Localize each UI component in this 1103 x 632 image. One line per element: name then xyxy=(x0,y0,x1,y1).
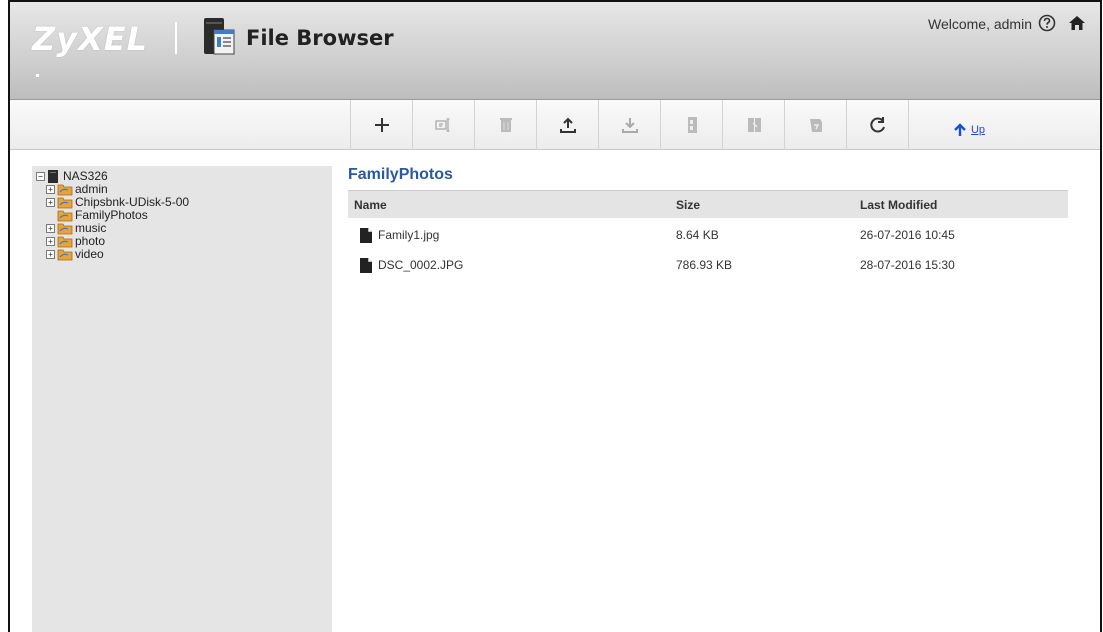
folder-tree: − NAS326 + admin + Chipsbnk-UDisk-5-00 F… xyxy=(32,166,332,632)
expand-icon[interactable]: + xyxy=(46,237,55,246)
file-list-panel: FamilyPhotos Name Size Last Modified Fam… xyxy=(348,162,1068,280)
table-row[interactable]: Family1.jpg 8.64 KB 26-07-2016 10:45 xyxy=(348,220,1068,250)
expand-icon[interactable]: + xyxy=(46,250,55,259)
file-name: DSC_0002.JPG xyxy=(378,258,464,272)
column-header-size[interactable]: Size xyxy=(676,198,860,212)
app-title: File Browser xyxy=(246,26,394,50)
move-button[interactable] xyxy=(723,100,785,150)
share-button[interactable] xyxy=(785,100,847,150)
refresh-icon xyxy=(869,117,885,133)
file-name-cell: Family1.jpg xyxy=(348,227,676,243)
refresh-button[interactable] xyxy=(847,100,909,150)
toolbar-buttons: Up xyxy=(350,100,1029,150)
copy-button[interactable] xyxy=(661,100,723,150)
file-modified: 26-07-2016 10:45 xyxy=(860,228,955,242)
current-folder-title: FamilyPhotos xyxy=(348,166,453,183)
expand-icon[interactable]: + xyxy=(46,198,55,207)
upload-icon xyxy=(559,117,576,133)
rename-icon xyxy=(434,118,449,132)
header-dot xyxy=(36,74,39,77)
header-bar: ZyXEL File Browser Welcome, admin xyxy=(10,2,1100,100)
shared-folder-icon xyxy=(57,249,73,261)
upload-button[interactable] xyxy=(537,100,599,150)
add-button[interactable] xyxy=(351,100,413,150)
shared-folder-icon xyxy=(57,210,73,222)
shared-folder-icon xyxy=(57,184,73,196)
up-link[interactable]: Up xyxy=(971,124,985,136)
share-icon xyxy=(809,119,822,132)
rename-button[interactable] xyxy=(413,100,475,150)
delete-button[interactable] xyxy=(475,100,537,150)
collapse-icon[interactable]: − xyxy=(36,172,45,181)
file-name: Family1.jpg xyxy=(378,228,440,242)
file-table-header: Name Size Last Modified xyxy=(348,190,1068,218)
column-header-modified[interactable]: Last Modified xyxy=(860,198,1068,212)
nas-device-icon xyxy=(48,170,58,183)
download-icon xyxy=(621,118,638,133)
shared-folder-icon xyxy=(57,236,73,248)
table-row[interactable]: DSC_0002.JPG 786.93 KB 28-07-2016 15:30 xyxy=(348,250,1068,280)
logo-divider xyxy=(175,22,177,54)
welcome-text: Welcome, admin xyxy=(927,16,1032,32)
shared-folder-icon xyxy=(57,197,73,209)
file-size: 8.64 KB xyxy=(676,228,719,242)
up-button[interactable]: Up xyxy=(909,100,1029,150)
column-header-name[interactable]: Name xyxy=(348,198,676,212)
expand-icon[interactable]: + xyxy=(46,224,55,233)
zyxel-logo: ZyXEL xyxy=(32,20,148,58)
file-browser-window: ZyXEL File Browser Welcome, admin Up − N… xyxy=(8,0,1102,632)
up-arrow-icon xyxy=(954,123,966,136)
file-size: 786.93 KB xyxy=(676,258,733,272)
tree-item-label: video xyxy=(75,247,104,261)
plus-icon xyxy=(374,118,389,132)
copy-icon xyxy=(687,117,697,133)
file-icon xyxy=(360,227,372,243)
expand-icon[interactable]: + xyxy=(46,185,55,194)
tree-item-video[interactable]: + video xyxy=(46,248,332,261)
file-modified: 28-07-2016 15:30 xyxy=(860,258,955,272)
trash-icon xyxy=(499,118,512,132)
help-icon[interactable] xyxy=(1038,14,1056,32)
move-icon xyxy=(747,118,761,132)
toolbar: Up xyxy=(10,100,1100,150)
home-icon[interactable] xyxy=(1068,14,1086,32)
file-browser-app-icon xyxy=(204,18,235,55)
file-name-cell: DSC_0002.JPG xyxy=(348,257,676,273)
download-button[interactable] xyxy=(599,100,661,150)
file-icon xyxy=(360,257,372,273)
shared-folder-icon xyxy=(57,223,73,235)
